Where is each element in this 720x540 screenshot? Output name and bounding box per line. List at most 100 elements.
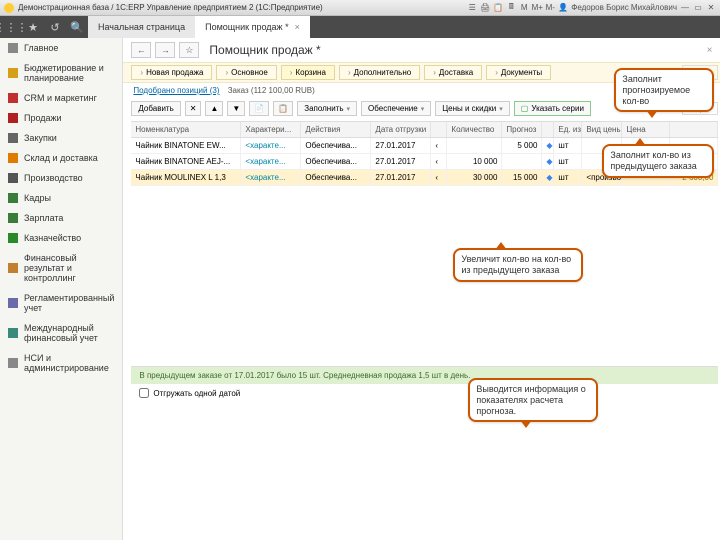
- col-header[interactable]: Номенклатура: [131, 122, 241, 137]
- m-icon[interactable]: M: [519, 3, 529, 13]
- menu-icon[interactable]: ⋮⋮⋮: [0, 16, 22, 38]
- ship-label: Отгружать одной датой: [153, 389, 240, 398]
- sidebar-icon: [8, 213, 18, 223]
- step-tab[interactable]: › Основное: [216, 65, 276, 80]
- sidebar-item[interactable]: CRM и маркетинг: [0, 88, 122, 108]
- sys-icon[interactable]: 🖨: [480, 3, 490, 13]
- cell: 5 000: [502, 138, 542, 154]
- col-header[interactable]: [670, 122, 718, 137]
- footer: В предыдущем заказе от 17.01.2017 было 1…: [131, 366, 718, 402]
- history-icon[interactable]: ↺: [44, 16, 66, 38]
- prices-dropdown[interactable]: Цены и скидки: [435, 101, 510, 116]
- sidebar-item[interactable]: Бюджетирование и планирование: [0, 58, 122, 88]
- tab-label: Начальная страница: [98, 22, 185, 32]
- cell: 27.01.2017: [371, 170, 431, 186]
- col-header[interactable]: Прогноз: [502, 122, 542, 137]
- tab-home[interactable]: Начальная страница: [88, 16, 195, 38]
- titlebar-right: ☰ 🖨 📋 🖩 M M+ M- 👤 Федоров Борис Михайлов…: [467, 3, 716, 13]
- star-icon[interactable]: ★: [22, 16, 44, 38]
- series-button[interactable]: ▢ Указать серии: [514, 101, 591, 116]
- maximize-icon[interactable]: ▭: [693, 3, 703, 13]
- step-tab[interactable]: › Новая продажа: [131, 65, 212, 80]
- col-header[interactable]: Ед. изм.: [554, 122, 582, 137]
- paste-button[interactable]: 📋: [273, 101, 293, 116]
- sidebar-icon: [8, 358, 18, 368]
- col-header[interactable]: Дата отгрузки: [371, 122, 431, 137]
- sidebar-item[interactable]: Склад и доставка: [0, 148, 122, 168]
- sidebar-icon: [8, 93, 18, 103]
- page-header: ← → ☆ Помощник продаж * ×: [123, 38, 720, 62]
- sidebar-label: Кадры: [24, 193, 51, 203]
- fill-dropdown[interactable]: Заполнить: [297, 101, 357, 116]
- step-tab[interactable]: › Документы: [486, 65, 551, 80]
- page-close-icon[interactable]: ×: [707, 45, 719, 56]
- chevron-right-icon: ›: [348, 68, 351, 77]
- sys-icon[interactable]: ☰: [467, 3, 477, 13]
- sidebar-item[interactable]: Кадры: [0, 188, 122, 208]
- col-header[interactable]: Количество: [447, 122, 502, 137]
- ship-one-date-checkbox[interactable]: [139, 388, 149, 398]
- cell: 10 000: [447, 154, 502, 170]
- user-name[interactable]: Федоров Борис Михайлович: [571, 3, 677, 13]
- move-up-button[interactable]: ▲: [205, 101, 223, 116]
- sidebar-item[interactable]: Продажи: [0, 108, 122, 128]
- m-icon[interactable]: M+: [532, 3, 542, 13]
- cell: 27.01.2017: [371, 138, 431, 154]
- favorite-button[interactable]: ☆: [179, 42, 199, 58]
- grid-header: НоменклатураХарактери...ДействияДата отг…: [131, 122, 718, 138]
- col-header[interactable]: Характери...: [241, 122, 301, 137]
- ship-row: Отгружать одной датой: [131, 384, 718, 402]
- copy-button[interactable]: 📄: [249, 101, 269, 116]
- tab-assistant[interactable]: Помощник продаж * ×: [195, 16, 310, 38]
- sidebar-icon: [8, 193, 18, 203]
- sidebar-item[interactable]: Международный финансовый учет: [0, 318, 122, 348]
- sidebar-item[interactable]: Закупки: [0, 128, 122, 148]
- user-icon[interactable]: 👤: [558, 3, 568, 13]
- supply-dropdown[interactable]: Обеспечение: [361, 101, 431, 116]
- app-icon: [4, 3, 14, 13]
- sys-icon[interactable]: 📋: [493, 3, 503, 13]
- search-icon[interactable]: 🔍: [66, 16, 88, 38]
- tab-close-icon[interactable]: ×: [295, 22, 300, 32]
- step-tab[interactable]: › Дополнительно: [339, 65, 420, 80]
- sidebar-icon: [8, 133, 18, 143]
- nav-fwd-button[interactable]: →: [155, 42, 175, 58]
- step-tab[interactable]: › Доставка: [424, 65, 482, 80]
- sidebar-item[interactable]: Зарплата: [0, 208, 122, 228]
- sidebar-label: Бюджетирование и планирование: [24, 63, 114, 83]
- col-header[interactable]: Действия: [301, 122, 371, 137]
- sidebar-icon: [8, 113, 18, 123]
- sidebar-label: Регламентированный учет: [24, 293, 114, 313]
- sys-icon[interactable]: 🖩: [506, 3, 516, 13]
- callout-forecast-fill: Заполнит прогнозируемое кол-во: [614, 68, 714, 112]
- sidebar-item[interactable]: Производство: [0, 168, 122, 188]
- m-icon[interactable]: M-: [545, 3, 555, 13]
- delete-row-button[interactable]: ✕: [185, 101, 202, 116]
- sidebar-item[interactable]: НСИ и администрирование: [0, 348, 122, 378]
- move-down-button[interactable]: ▼: [227, 101, 245, 116]
- minimize-icon[interactable]: —: [680, 3, 690, 13]
- col-header[interactable]: Вид цены: [582, 122, 622, 137]
- col-header[interactable]: [431, 122, 447, 137]
- sidebar-item[interactable]: Финансовый результат и контроллинг: [0, 248, 122, 288]
- sidebar-item[interactable]: Регламентированный учет: [0, 288, 122, 318]
- sidebar-label: Производство: [24, 173, 83, 183]
- add-button[interactable]: Добавить: [131, 101, 180, 116]
- chevron-right-icon: ›: [290, 68, 293, 77]
- sidebar-icon: [8, 173, 18, 183]
- sidebar-label: Склад и доставка: [24, 153, 98, 163]
- cell: 30 000: [447, 170, 502, 186]
- sidebar-item[interactable]: Главное: [0, 38, 122, 58]
- chevron-right-icon: ›: [225, 68, 228, 77]
- col-header[interactable]: Цена: [622, 122, 670, 137]
- sidebar-item[interactable]: Казначейство: [0, 228, 122, 248]
- step-tab[interactable]: › Корзина: [281, 65, 335, 80]
- sidebar-icon: [8, 68, 18, 78]
- col-header[interactable]: [542, 122, 554, 137]
- chevron-right-icon: ›: [495, 68, 498, 77]
- chevron-right-icon: ›: [433, 68, 436, 77]
- cell: Обеспечива...: [301, 170, 371, 186]
- positions-link[interactable]: Подобрано позиций (3): [133, 86, 219, 95]
- close-icon[interactable]: ✕: [706, 3, 716, 13]
- nav-back-button[interactable]: ←: [131, 42, 151, 58]
